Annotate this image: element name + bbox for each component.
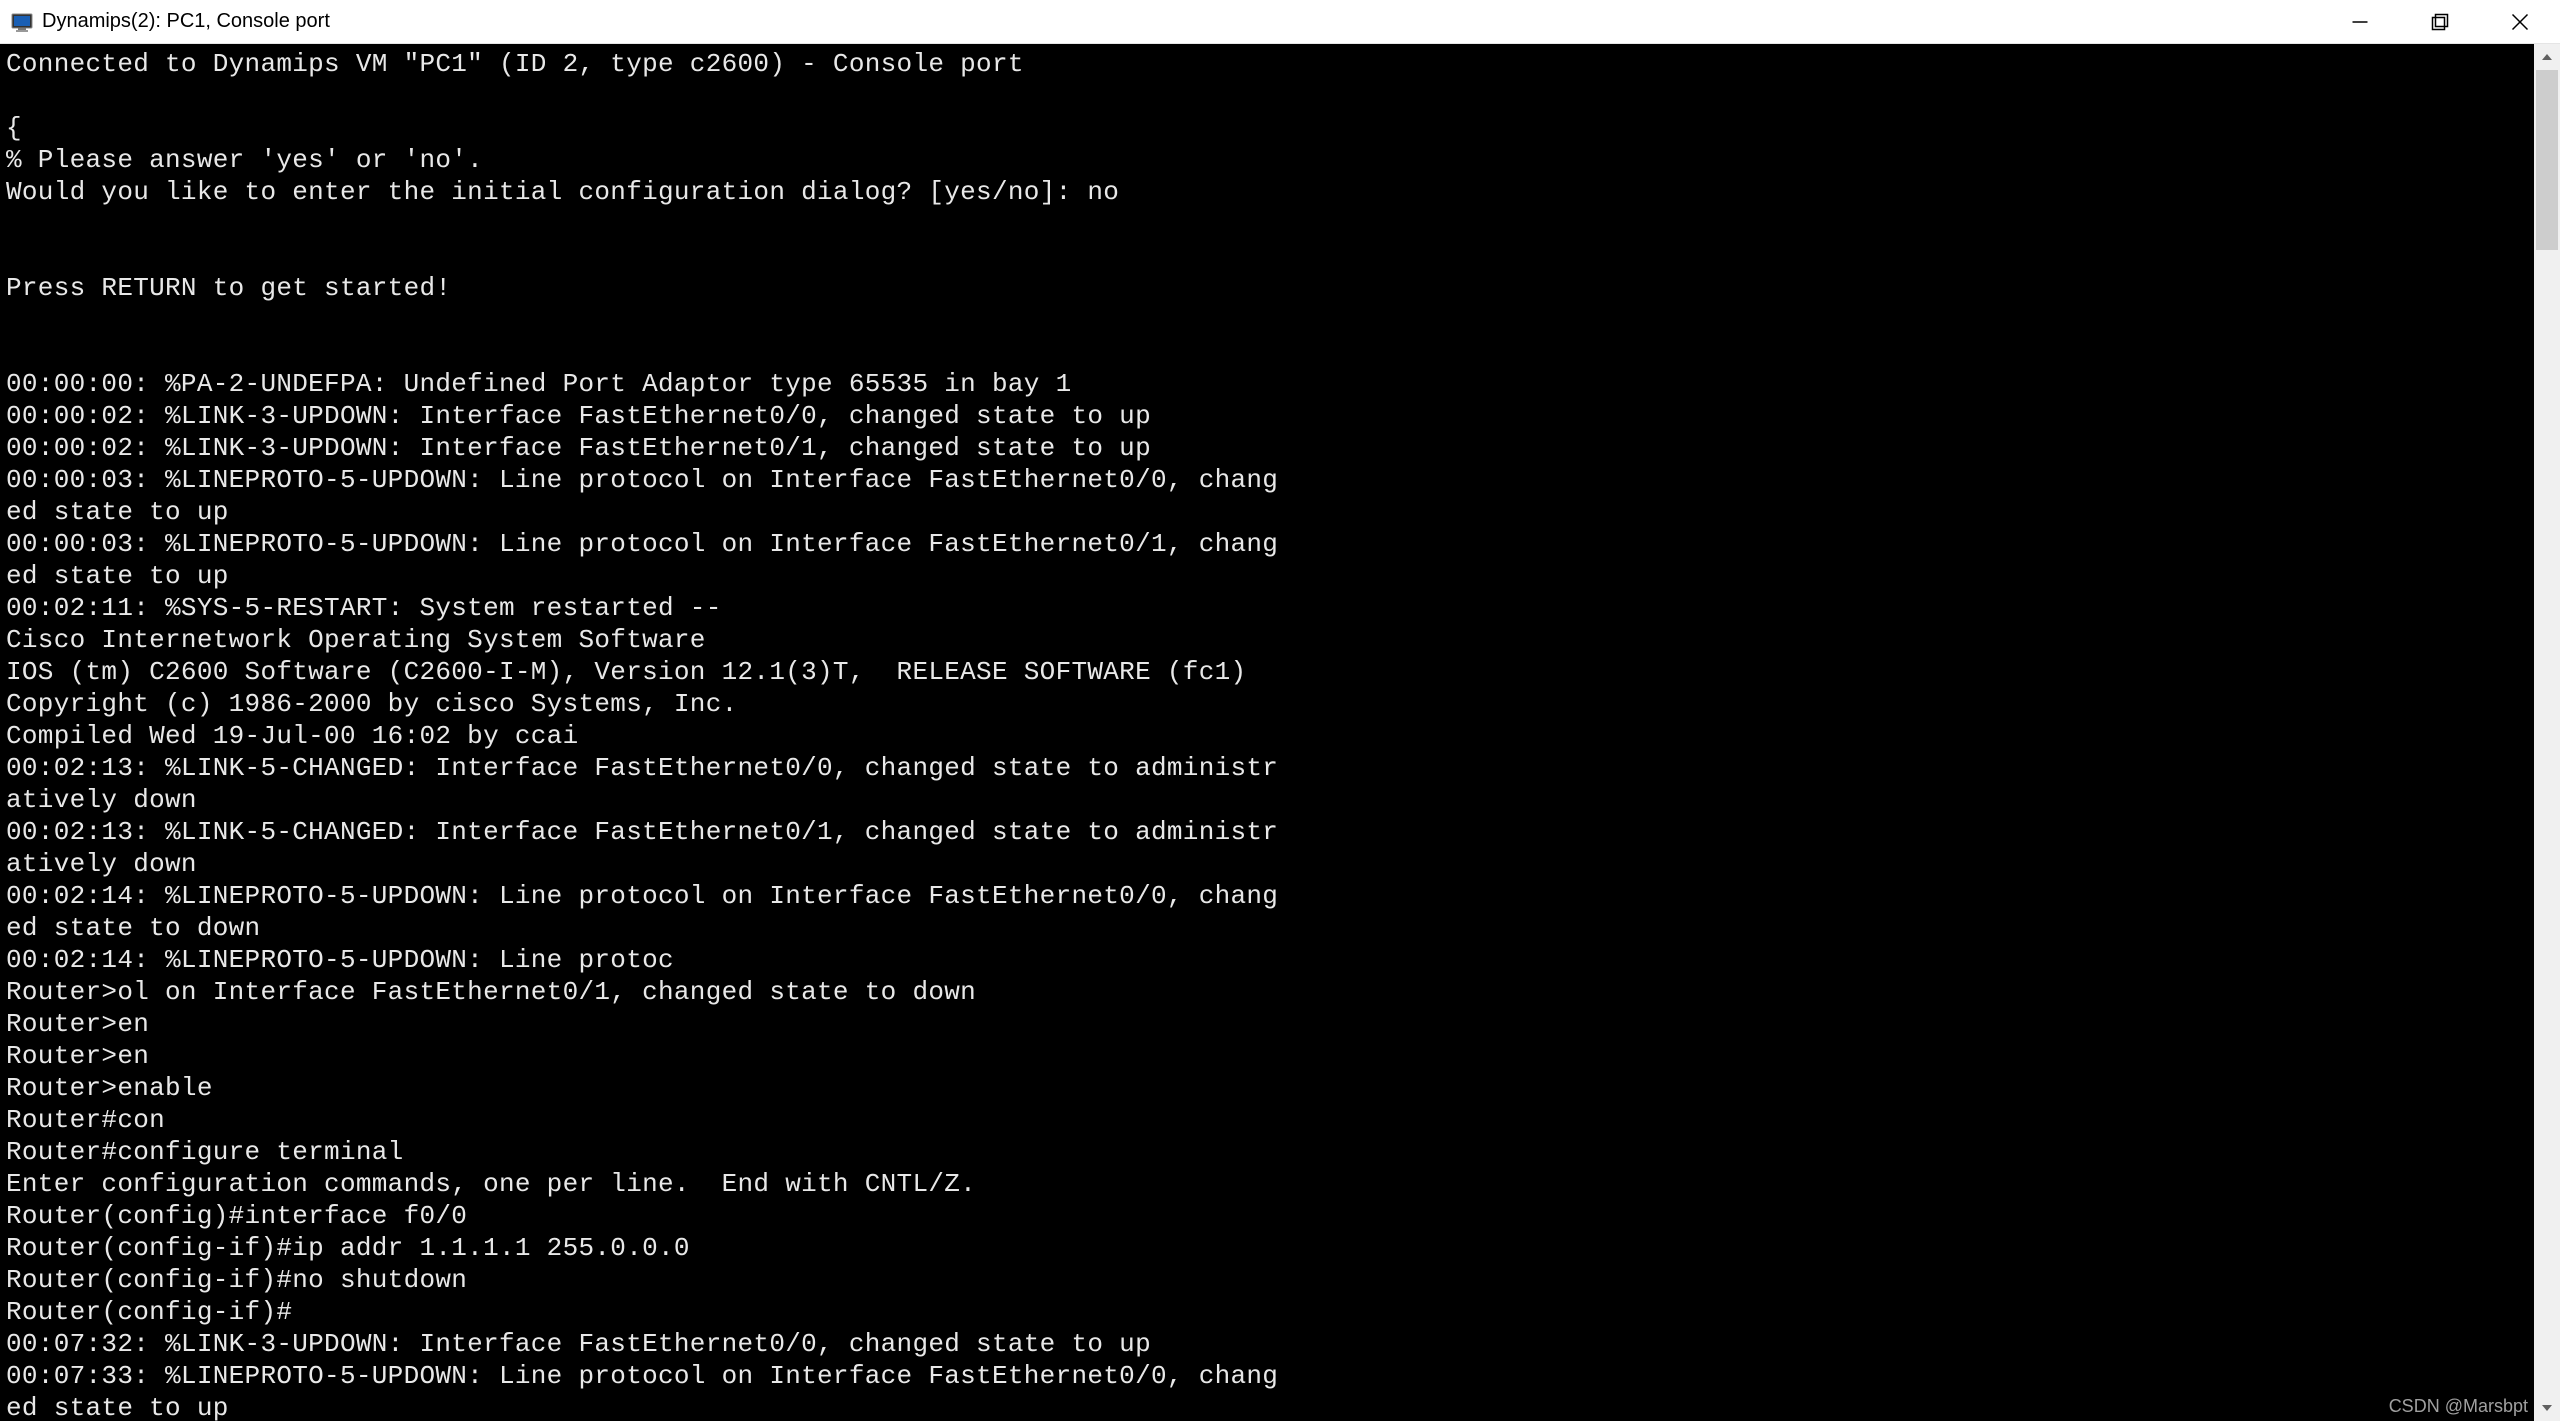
window-titlebar: Dynamips(2): PC1, Console port [0, 0, 2560, 44]
close-button[interactable] [2480, 0, 2560, 43]
vertical-scrollbar[interactable] [2534, 44, 2560, 1421]
titlebar-left: Dynamips(2): PC1, Console port [8, 8, 330, 36]
scroll-thumb[interactable] [2536, 70, 2558, 250]
minimize-button[interactable] [2320, 0, 2400, 43]
titlebar-controls [2320, 0, 2560, 43]
terminal-output[interactable]: Connected to Dynamips VM "PC1" (ID 2, ty… [0, 44, 2534, 1421]
scroll-track[interactable] [2534, 70, 2560, 1395]
scroll-up-button[interactable] [2534, 44, 2560, 70]
terminal-wrapper: Connected to Dynamips VM "PC1" (ID 2, ty… [0, 44, 2560, 1421]
maximize-button[interactable] [2400, 0, 2480, 43]
app-icon [8, 8, 36, 36]
watermark-text: CSDN @Marsbpt [2389, 1396, 2528, 1417]
window-title: Dynamips(2): PC1, Console port [42, 10, 330, 33]
scroll-down-button[interactable] [2534, 1395, 2560, 1421]
